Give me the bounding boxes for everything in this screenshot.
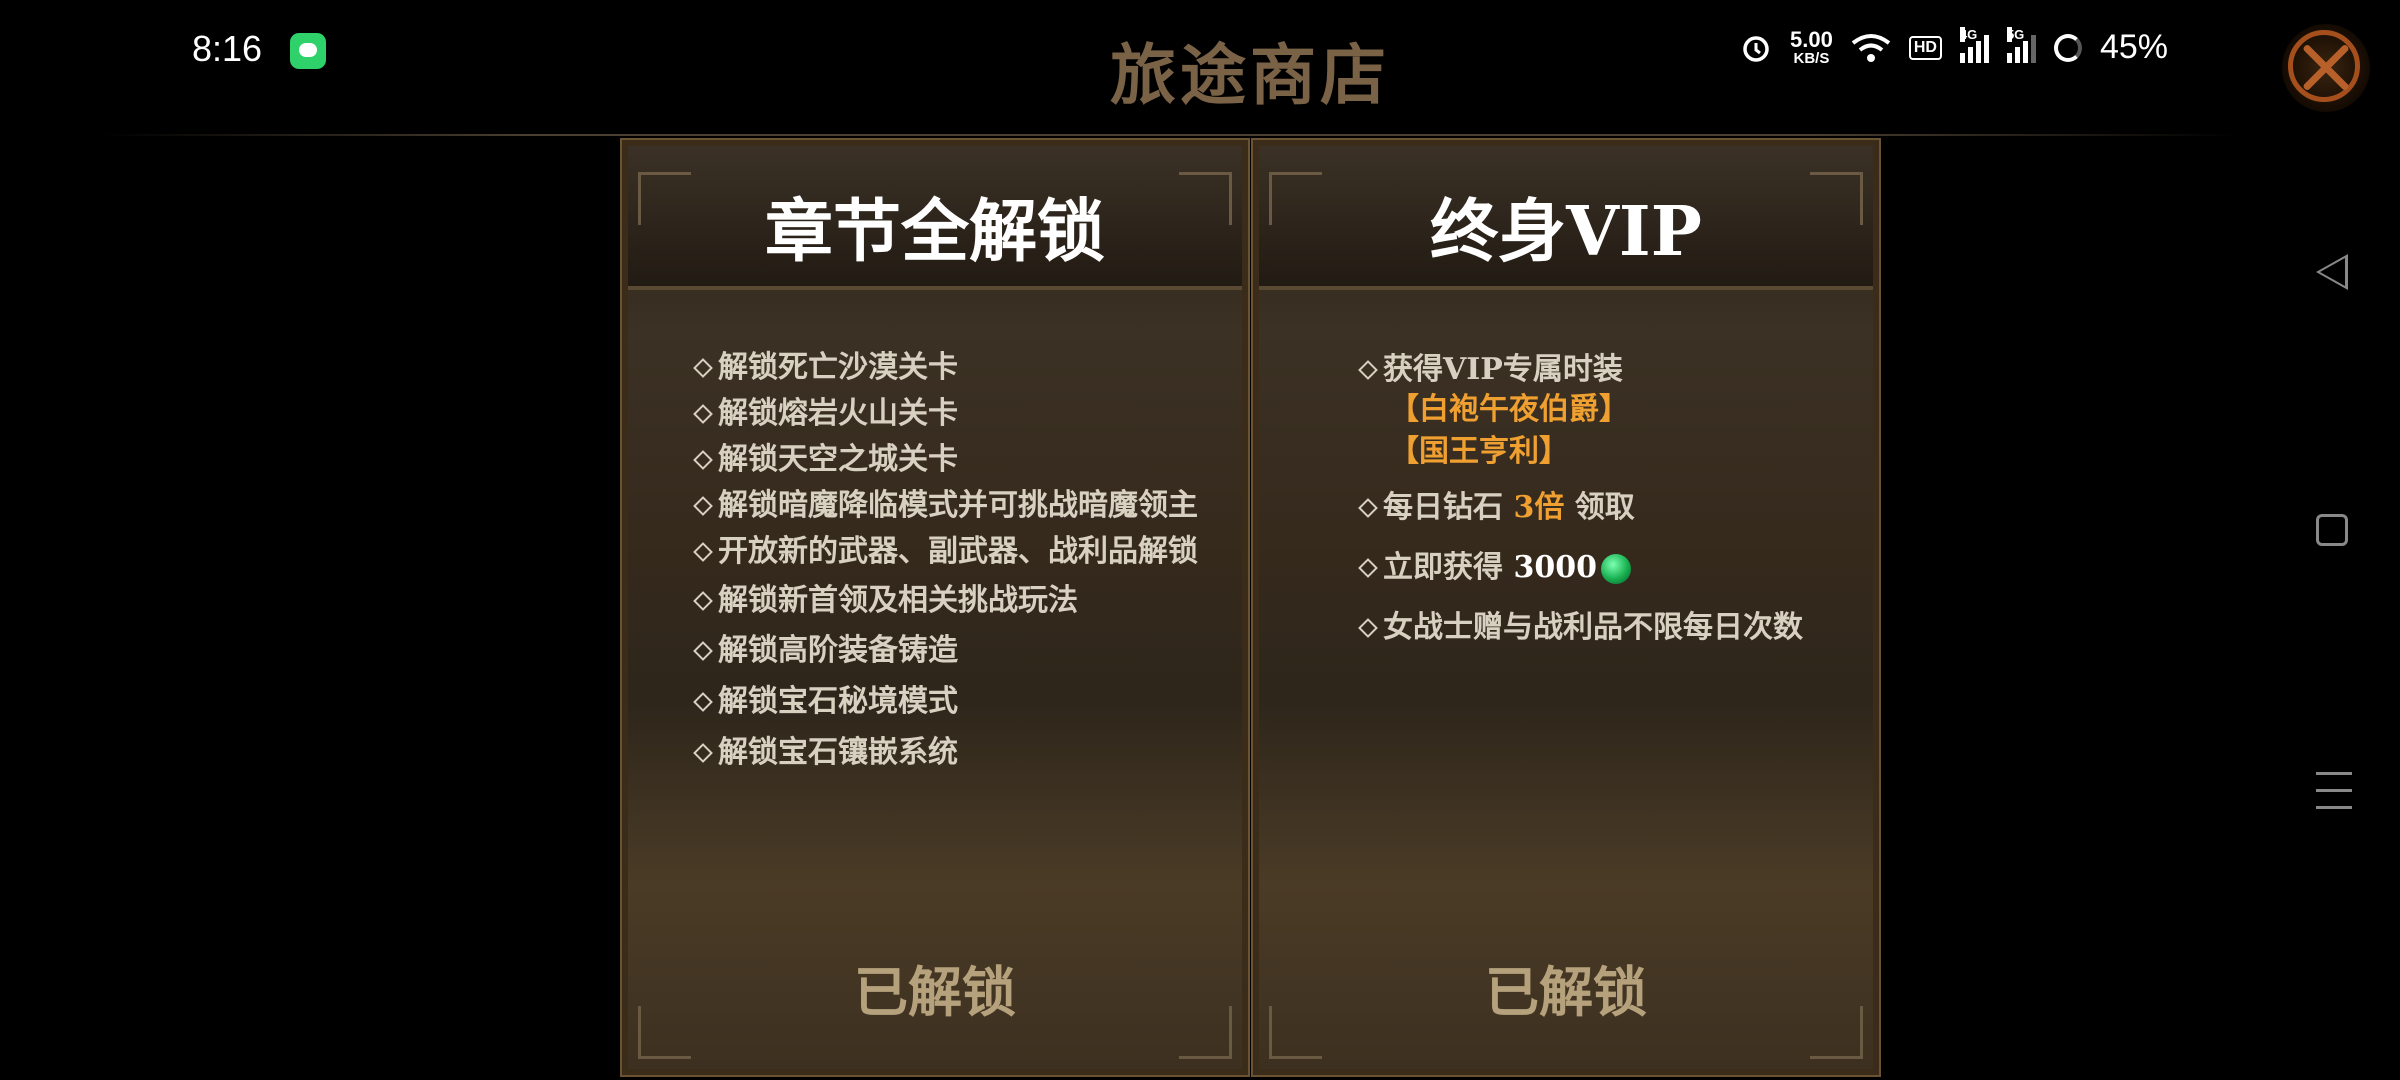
feature-list: 解锁死亡沙漠关卡 解锁熔岩火山关卡 解锁天空之城关卡 解锁暗魔降临模式并可挑战暗… (693, 342, 1198, 777)
home-nav-icon[interactable] (2316, 514, 2348, 546)
list-item: 解锁新首领及相关挑战玩法 (693, 575, 1198, 625)
card-title: 终身VIP (1430, 192, 1702, 272)
list-item: 解锁宝石镶嵌系统 (693, 727, 1198, 777)
card-header: 章节全解锁 (628, 146, 1242, 290)
card-header: 终身VIP (1259, 146, 1873, 290)
card-title: 章节全解锁 (764, 192, 1105, 272)
page-title: 旅途商店 (1110, 36, 1390, 114)
unlocked-button[interactable]: 已解锁 (1259, 948, 1873, 1027)
unlocked-button[interactable]: 已解锁 (628, 948, 1242, 1027)
title-divider (100, 134, 2240, 136)
list-item: 女战士赠与战利品不限每日次数 (1358, 602, 1803, 652)
gem-icon (1600, 554, 1631, 584)
list-item: 解锁高阶装备铸造 (693, 625, 1198, 676)
lifetime-vip-card: 终身VIP 获得VIP专属时装 【白袍午夜伯爵】 【国王亨利】 每日钻石 3倍 … (1251, 138, 1881, 1077)
list-item: 【国王亨利】 (1389, 434, 1569, 469)
list-item: 解锁宝石秘境模式 (693, 676, 1198, 727)
list-item: 【白袍午夜伯爵】 (1389, 392, 1629, 427)
list-item: 解锁暗魔降临模式并可挑战暗魔领主 (693, 480, 1198, 526)
list-item: 获得VIP专属时装 (1358, 344, 1803, 387)
list-item: 解锁天空之城关卡 (693, 434, 1198, 480)
list-item: 解锁熔岩火山关卡 (693, 388, 1198, 434)
close-button[interactable] (2282, 24, 2370, 112)
back-nav-icon[interactable] (2316, 254, 2348, 290)
list-item: 解锁死亡沙漠关卡 (693, 342, 1198, 388)
list-item: 开放新的武器、副武器、战利品解锁 (693, 526, 1198, 575)
list-item: 立即获得 3000 (1358, 542, 1803, 602)
chapter-unlock-card: 章节全解锁 解锁死亡沙漠关卡 解锁熔岩火山关卡 解锁天空之城关卡 解锁暗魔降临模… (620, 138, 1250, 1077)
list-item: 每日钻石 3倍 领取 (1358, 482, 1803, 542)
feature-list: 获得VIP专属时装 【白袍午夜伯爵】 【国王亨利】 每日钻石 3倍 领取 立即获… (1358, 344, 1803, 652)
menu-nav-icon[interactable] (2316, 772, 2352, 823)
